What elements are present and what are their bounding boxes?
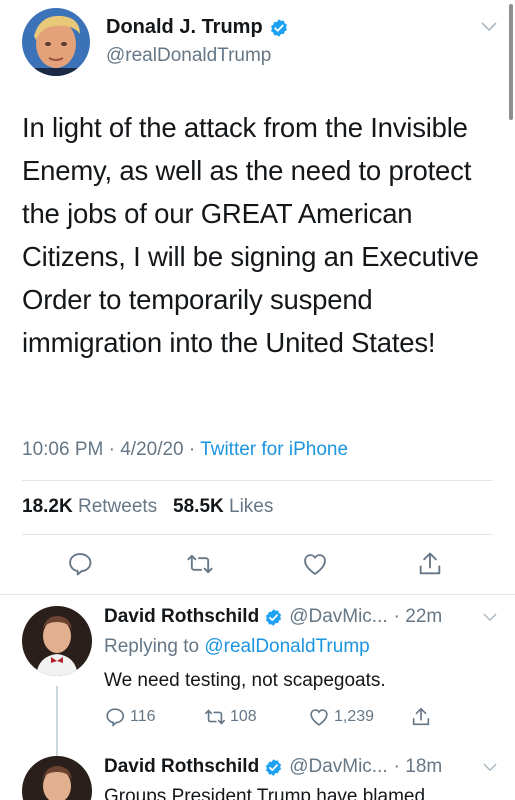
reply-time: · 18m	[393, 756, 443, 777]
retweets-label: Retweets	[77, 496, 158, 517]
share-upload-icon	[412, 707, 430, 726]
meta-separator: ·	[188, 439, 196, 460]
retweet-arrows-icon	[205, 709, 225, 725]
tweet-action-bar	[0, 548, 515, 584]
tweet-time: 10:06 PM	[22, 439, 104, 460]
meta-separator: ·	[108, 439, 115, 460]
retweets-count: 18.2K	[22, 496, 73, 517]
reply-author-name[interactable]: David Rothschild	[104, 756, 259, 778]
reply-tweet[interactable]: David Rothschild @DavMic... · 22m Replyi…	[0, 606, 515, 756]
like-button[interactable]	[299, 548, 331, 580]
chevron-down-icon[interactable]	[483, 613, 497, 622]
reply-text: Groups President Trump have blamed	[104, 786, 426, 800]
reply-body: David Rothschild @DavMic... · 18m Groups…	[104, 756, 497, 800]
share-button[interactable]	[414, 548, 446, 580]
reply-body: David Rothschild @DavMic... · 22m Replyi…	[104, 606, 497, 734]
avatar[interactable]	[22, 606, 92, 676]
tweet-source-link[interactable]: Twitter for iPhone	[200, 439, 348, 460]
verified-badge-icon	[266, 608, 282, 626]
author-block[interactable]: Donald J. Trump @realDonaldTrump	[106, 16, 289, 67]
share-upload-icon	[419, 552, 441, 575]
reply-like-button[interactable]: 1,239	[308, 706, 374, 728]
reply-action-bar: 116 108 1,239	[104, 706, 497, 734]
tweet-header: Donald J. Trump @realDonaldTrump	[22, 8, 497, 78]
divider	[22, 480, 493, 481]
avatar[interactable]	[22, 756, 92, 800]
retweet-count: 108	[230, 708, 257, 725]
like-count: 1,239	[334, 708, 375, 725]
reply-text: We need testing, not scapegoats.	[104, 670, 386, 691]
speech-bubble-icon	[69, 553, 92, 576]
reply-button[interactable]	[64, 548, 96, 580]
author-display-name: Donald J. Trump	[106, 16, 263, 38]
likes-stat[interactable]: 58.5K Likes	[173, 496, 273, 517]
heart-icon	[304, 554, 326, 575]
scrollbar[interactable]	[509, 4, 513, 120]
retweet-arrows-icon	[187, 554, 213, 574]
retweets-stat[interactable]: 18.2K Retweets	[22, 496, 157, 517]
verified-badge-icon	[270, 18, 287, 37]
replying-to: Replying to @realDonaldTrump	[104, 636, 497, 658]
reply-time: · 22m	[393, 606, 443, 627]
reply-header: David Rothschild @DavMic... · 18m	[104, 756, 497, 778]
reply-retweet-button[interactable]: 108	[204, 706, 257, 728]
reply-author-handle: @DavMic...	[289, 756, 388, 777]
author-handle: @realDonaldTrump	[106, 45, 272, 66]
tweet-stats: 18.2K Retweets 58.5K Likes	[22, 496, 273, 518]
tweet-text: In light of the attack from the Invisibl…	[22, 112, 479, 358]
author-name-row: Donald J. Trump	[106, 16, 289, 39]
tweet-meta: 10:06 PM · 4/20/20 · Twitter for iPhone	[22, 439, 348, 461]
tweet-date: 4/20/20	[120, 439, 184, 460]
likes-count: 58.5K	[173, 496, 224, 517]
reply-reply-button[interactable]: 116	[104, 706, 156, 728]
avatar[interactable]	[22, 8, 90, 76]
chevron-down-icon[interactable]	[483, 763, 497, 772]
replying-prefix: Replying to	[104, 636, 200, 657]
reply-share-button[interactable]	[410, 706, 432, 728]
reply-count: 116	[130, 708, 156, 725]
speech-bubble-icon	[106, 708, 125, 728]
chevron-down-icon[interactable]	[481, 22, 497, 32]
divider	[22, 534, 493, 535]
thread-line	[56, 686, 58, 756]
reply-author-handle: @DavMic...	[289, 606, 388, 627]
reply-header: David Rothschild @DavMic... · 22m	[104, 606, 497, 628]
verified-badge-icon	[266, 758, 282, 776]
reply-tweet[interactable]: David Rothschild @DavMic... · 18m Groups…	[0, 756, 515, 800]
reply-author-name[interactable]: David Rothschild	[104, 606, 259, 628]
replying-mention-link[interactable]: @realDonaldTrump	[204, 636, 369, 657]
retweet-button[interactable]	[184, 548, 216, 580]
likes-label: Likes	[229, 496, 274, 517]
section-divider	[0, 594, 515, 595]
heart-icon	[310, 709, 328, 726]
